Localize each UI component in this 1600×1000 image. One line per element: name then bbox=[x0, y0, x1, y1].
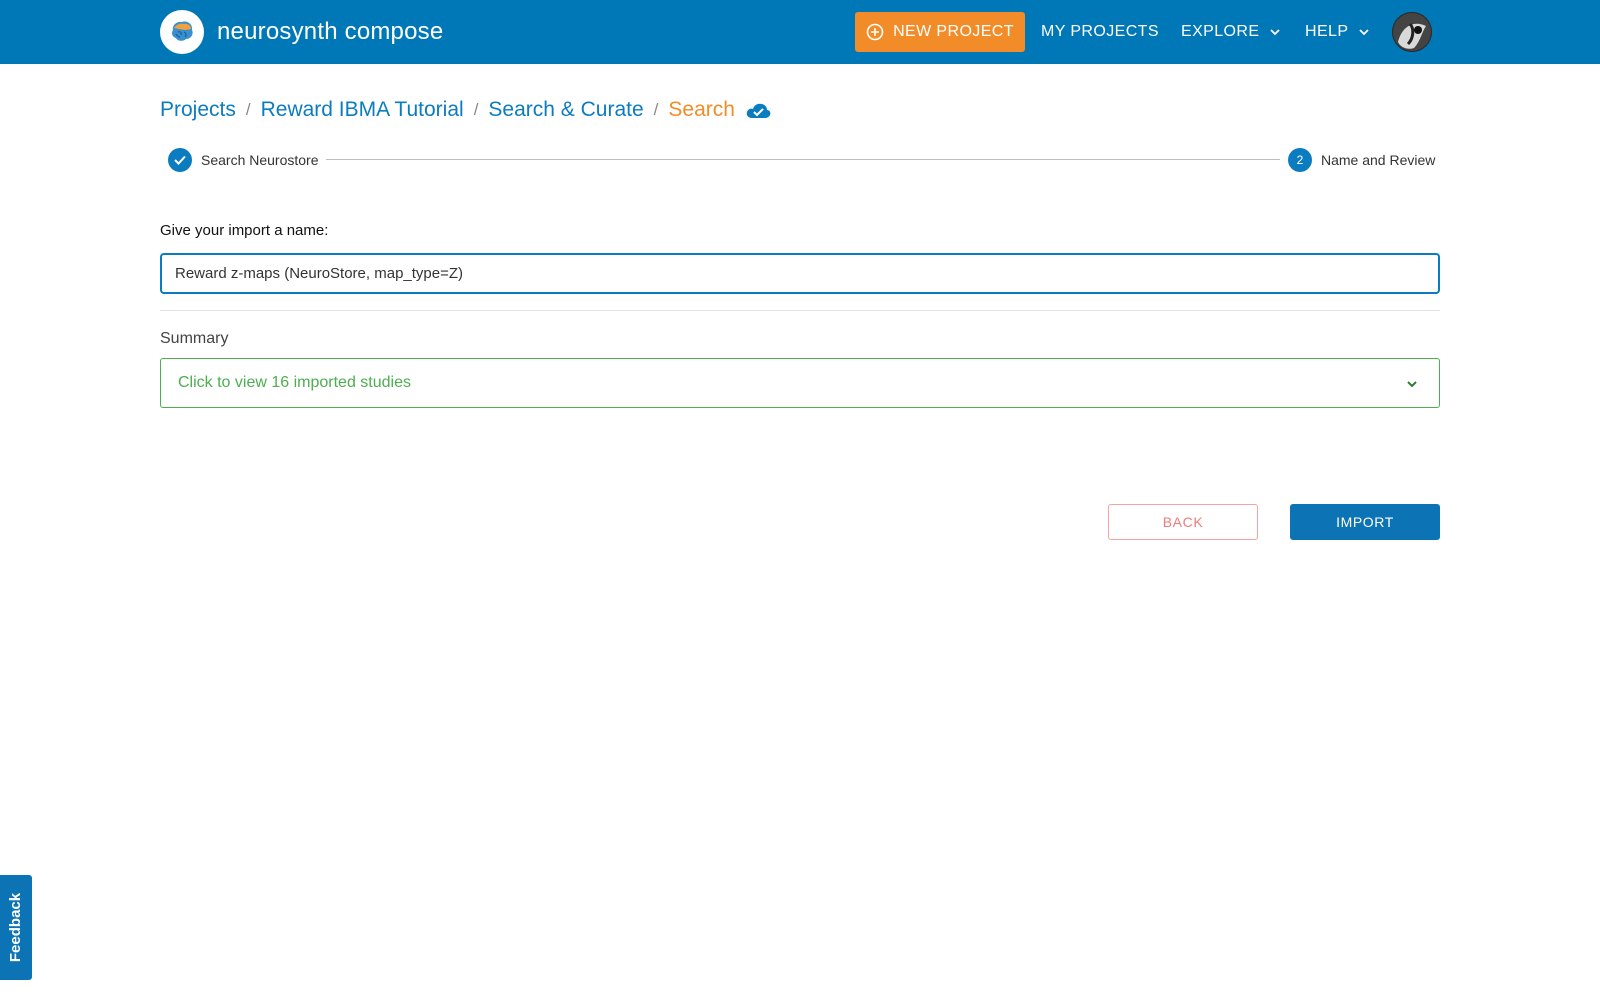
feedback-tab[interactable]: Feedback bbox=[0, 875, 32, 980]
import-button[interactable]: IMPORT bbox=[1290, 504, 1440, 540]
breadcrumb-projects[interactable]: Projects bbox=[160, 98, 236, 122]
step-label: Search Neurostore bbox=[201, 152, 319, 168]
brain-logo-icon bbox=[160, 10, 204, 54]
breadcrumb-search-curate[interactable]: Search & Curate bbox=[488, 98, 643, 122]
breadcrumb-project[interactable]: Reward IBMA Tutorial bbox=[261, 98, 464, 122]
user-avatar[interactable] bbox=[1392, 12, 1432, 52]
step-label: Name and Review bbox=[1321, 152, 1436, 168]
import-name-label: Give your import a name: bbox=[160, 222, 329, 239]
breadcrumb-separator: / bbox=[473, 100, 479, 119]
new-project-label: NEW PROJECT bbox=[893, 23, 1014, 40]
brand[interactable]: neurosynth compose bbox=[160, 10, 443, 54]
breadcrumb-current: Search bbox=[668, 98, 735, 121]
divider bbox=[160, 310, 1440, 311]
help-label: HELP bbox=[1305, 23, 1349, 40]
chevron-down-icon bbox=[1407, 381, 1417, 388]
import-stepper: Search Neurostore 2 Name and Review bbox=[160, 146, 1440, 174]
step-name-and-review: 2 Name and Review bbox=[1288, 146, 1435, 174]
summary-toggle-text: Click to view 16 imported studies bbox=[178, 374, 411, 391]
step-search-neurostore: Search Neurostore bbox=[168, 146, 319, 174]
my-projects-link[interactable]: MY PROJECTS bbox=[1041, 12, 1159, 52]
feedback-label: Feedback bbox=[7, 892, 25, 963]
help-menu[interactable]: HELP bbox=[1305, 12, 1370, 52]
explore-label: EXPLORE bbox=[1181, 23, 1260, 40]
breadcrumb-separator: / bbox=[653, 100, 659, 119]
breadcrumb-separator: / bbox=[245, 100, 251, 119]
chevron-down-icon bbox=[1270, 29, 1281, 36]
back-button[interactable]: BACK bbox=[1108, 504, 1258, 540]
step-number: 2 bbox=[1288, 148, 1312, 172]
chevron-down-icon bbox=[1359, 29, 1370, 36]
cloud-check-icon bbox=[746, 103, 771, 118]
import-name-input[interactable] bbox=[160, 253, 1440, 294]
check-circle-icon bbox=[168, 148, 192, 172]
summary-label: Summary bbox=[160, 330, 229, 347]
new-project-button[interactable]: NEW PROJECT bbox=[855, 12, 1025, 52]
explore-menu[interactable]: EXPLORE bbox=[1181, 12, 1281, 52]
stepper-connector bbox=[326, 159, 1280, 160]
add-circle-icon bbox=[866, 23, 884, 41]
my-projects-label: MY PROJECTS bbox=[1041, 23, 1159, 40]
app-name: neurosynth compose bbox=[217, 18, 444, 45]
top-navbar: neurosynth compose NEW PROJECT MY PROJEC… bbox=[0, 0, 1600, 64]
breadcrumb: Projects / Reward IBMA Tutorial / Search… bbox=[160, 95, 771, 125]
imported-studies-toggle[interactable]: Click to view 16 imported studies bbox=[160, 358, 1440, 408]
